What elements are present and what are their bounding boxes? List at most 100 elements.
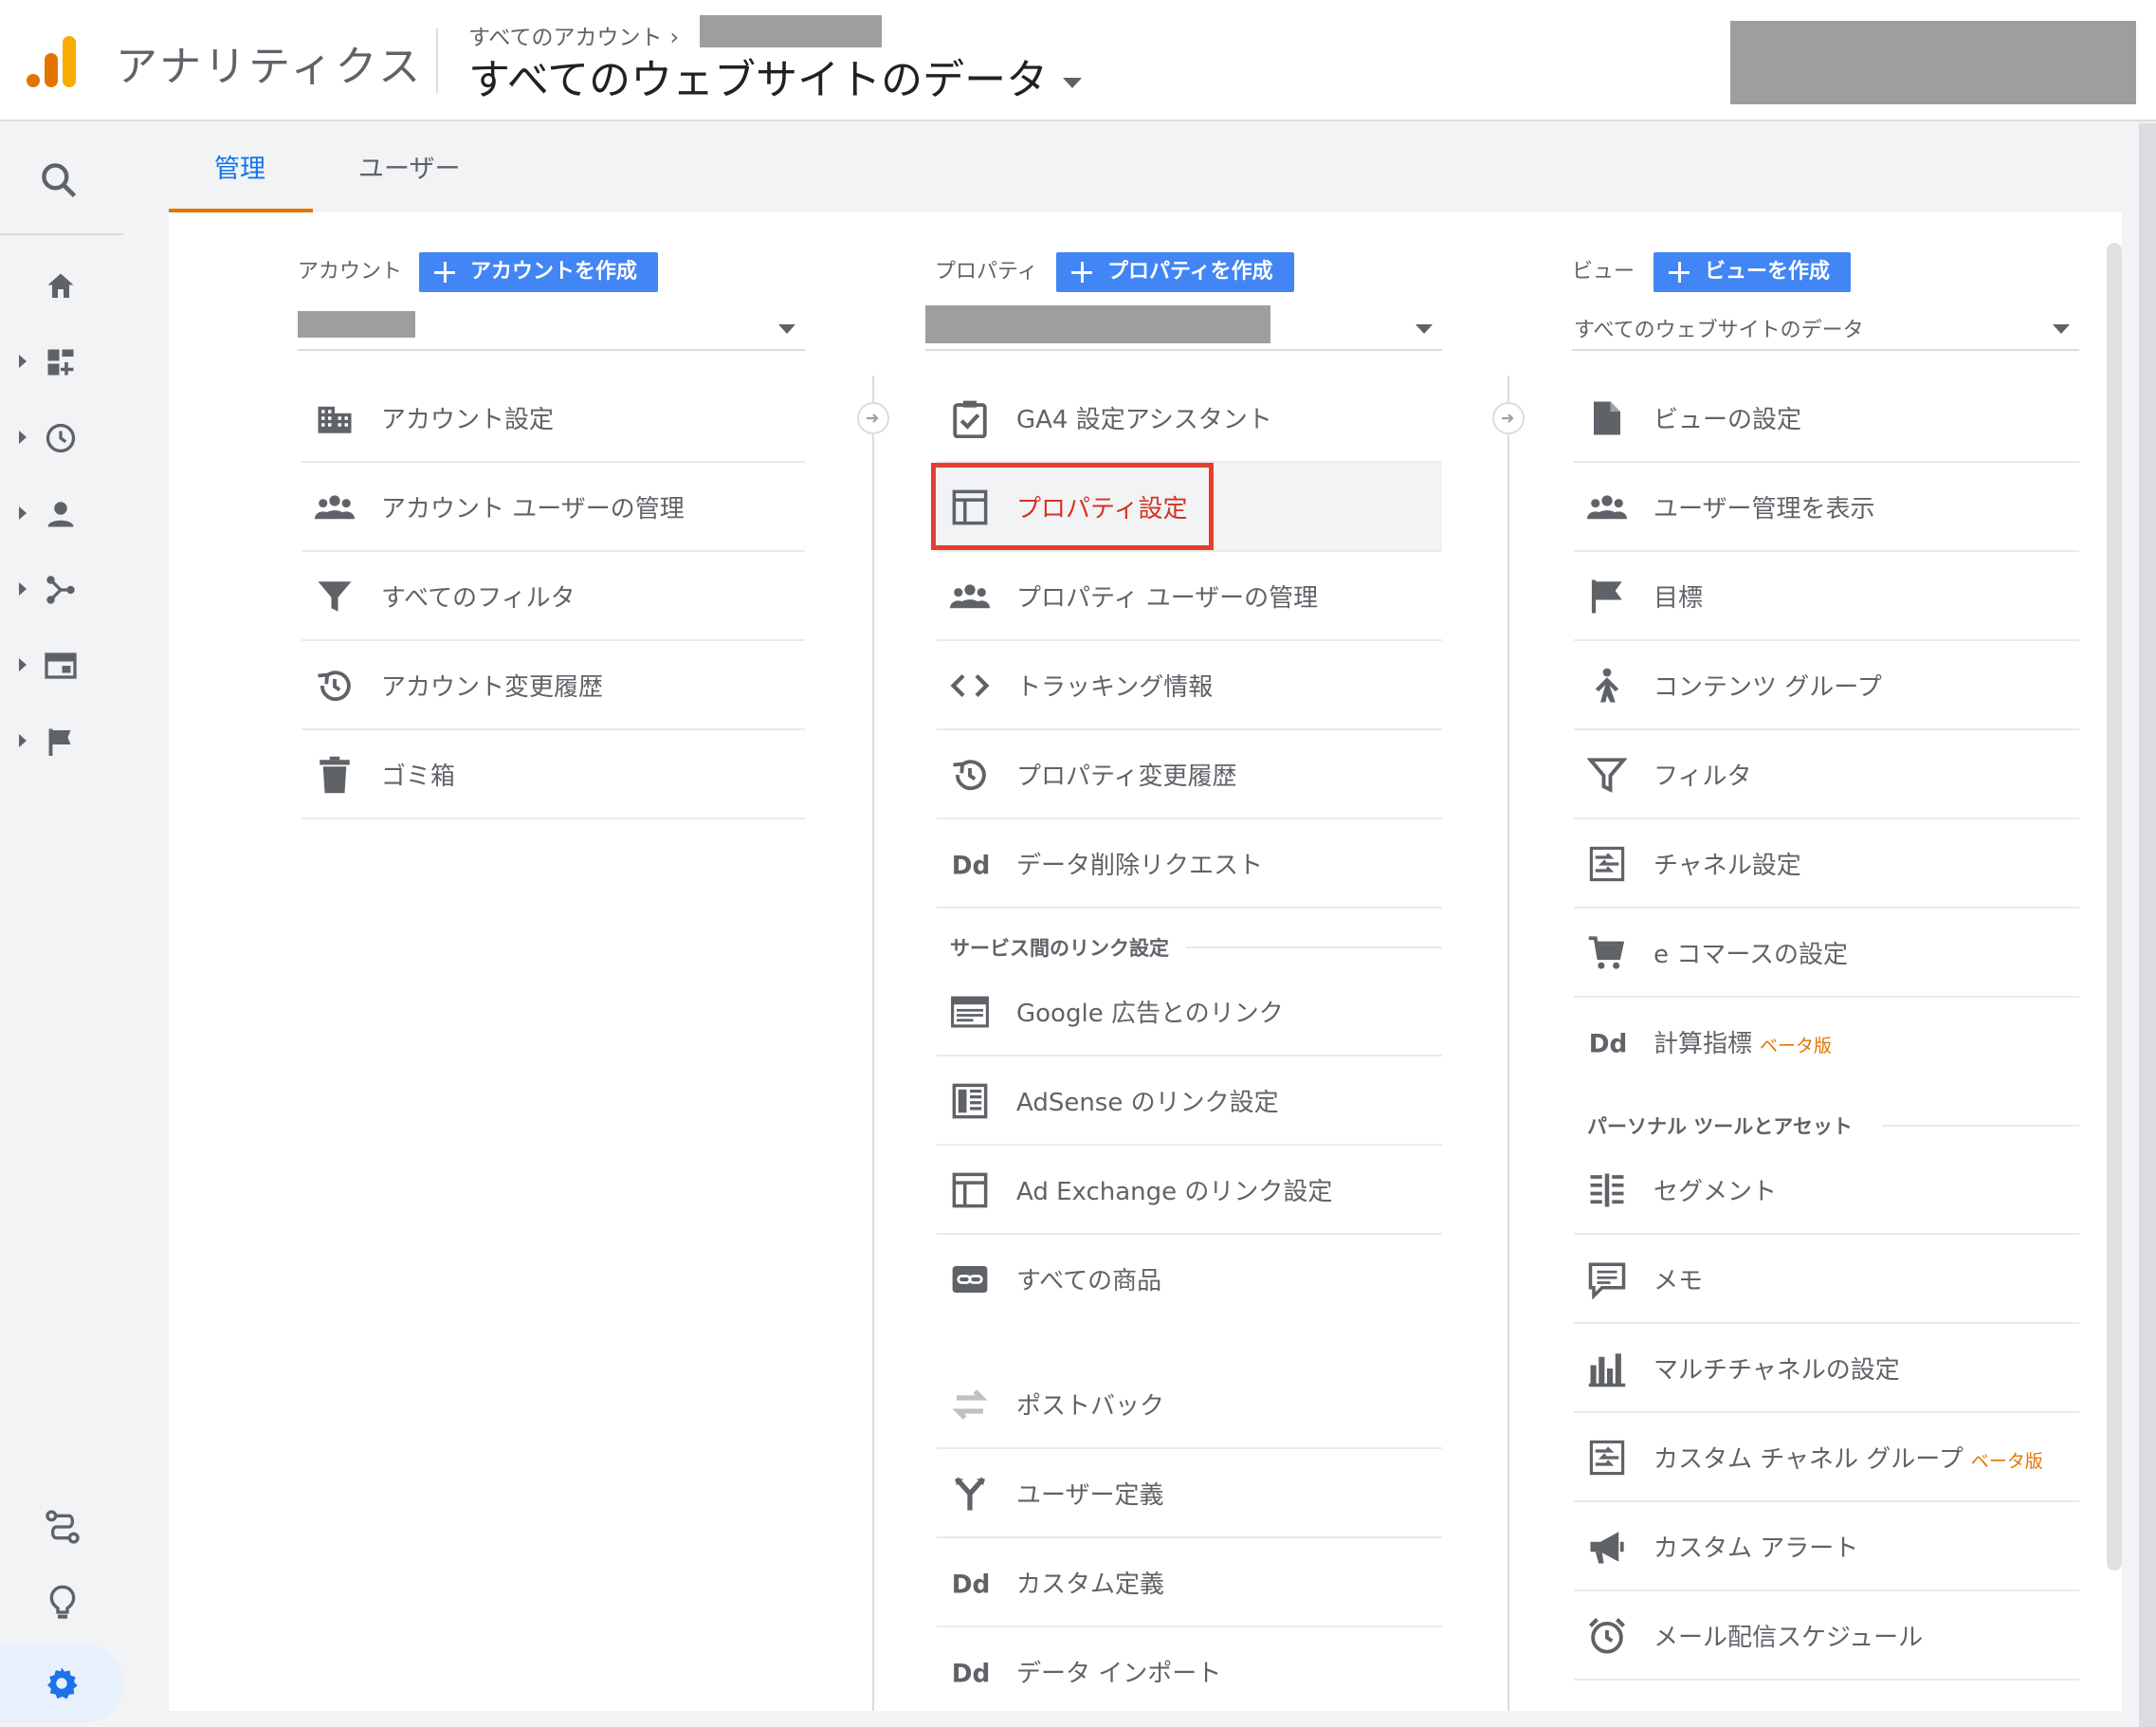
menu-item-annotations[interactable]: メモ	[1574, 1235, 2079, 1324]
page-scrollbar[interactable]	[2139, 123, 2156, 1727]
menu-item-all-products[interactable]: すべての商品	[937, 1235, 1442, 1324]
person-up-icon	[1595, 668, 1619, 703]
expand-arrow-icon	[19, 355, 27, 368]
menu-item-label: すべてのフィルタ	[381, 584, 576, 613]
dd-icon: Dd	[1589, 1031, 1627, 1059]
menu-item-label: メモ	[1654, 1267, 1704, 1295]
account-selector[interactable]	[298, 303, 805, 351]
menu-item-label: プロパティ ユーザーの管理	[1016, 584, 1319, 613]
tab-user[interactable]: ユーザー	[358, 148, 460, 185]
behavior-icon	[45, 652, 77, 679]
caret-down-icon	[778, 324, 795, 334]
nav-acquisition[interactable]	[0, 563, 123, 616]
menu-item-content-grouping[interactable]: コンテンツ グループ	[1574, 641, 2079, 730]
menu-item-ecommerce-settings[interactable]: e コマースの設定	[1574, 909, 2079, 998]
menu-item-property-history[interactable]: プロパティ変更履歴	[937, 730, 1442, 819]
note-icon	[1588, 1262, 1626, 1299]
search-icon[interactable]	[38, 159, 80, 201]
nav-customization[interactable]	[0, 336, 123, 389]
menu-item-google-ads-link[interactable]: Google 広告とのリンク	[937, 967, 1442, 1056]
menu-item-calculated-metrics[interactable]: Dd 計算指標 ベータ版	[1574, 998, 2079, 1087]
property-menu: GA4 設定アシスタント プロパティ設定 プロパティ ユーザーの管理 トラッキン…	[931, 374, 1442, 1717]
menu-item-property-users[interactable]: プロパティ ユーザーの管理	[937, 552, 1442, 641]
menu-item-channel-settings[interactable]: チャネル設定	[1574, 819, 2079, 909]
create-view-button[interactable]: ビューを作成	[1654, 252, 1852, 292]
view-title: すべてのウェブサイトのデータ	[468, 56, 1049, 104]
menu-item-custom-definition[interactable]: Dd カスタム定義	[937, 1538, 1442, 1627]
nav-conversions[interactable]	[0, 715, 123, 768]
view-selector[interactable]: すべてのウェブサイトのデータ	[468, 46, 1083, 106]
column-link-arrow	[1492, 402, 1525, 434]
app-title: アナリティクス	[116, 43, 424, 91]
menu-item-view-users[interactable]: ユーザー管理を表示	[1574, 463, 2079, 552]
nav-admin[interactable]	[0, 1644, 123, 1722]
menu-item-account-settings[interactable]: アカウント設定	[301, 374, 805, 463]
menu-item-account-history[interactable]: アカウント変更履歴	[301, 641, 805, 730]
attribution-icon[interactable]	[44, 1508, 82, 1546]
menu-item-ad-exchange-link[interactable]: Ad Exchange のリンク設定	[937, 1146, 1442, 1235]
nav-audience[interactable]	[0, 487, 123, 541]
menu-item-data-import[interactable]: Dd データ インポート	[937, 1627, 1442, 1717]
menu-item-tracking-info[interactable]: トラッキング情報	[937, 641, 1442, 730]
menu-item-all-filters[interactable]: すべてのフィルタ	[301, 552, 805, 641]
nav-realtime[interactable]	[0, 412, 123, 465]
history-icon	[953, 760, 986, 791]
account-label: アカウント	[298, 260, 403, 284]
menu-item-ga4-setup-assistant[interactable]: GA4 設定アシスタント	[937, 374, 1442, 463]
nav-behavior[interactable]	[0, 639, 123, 692]
property-selector[interactable]	[925, 303, 1442, 351]
redacted-account-name	[700, 15, 882, 47]
menu-item-label: ポストバック	[1016, 1392, 1165, 1421]
menu-item-label: ユーザー管理を表示	[1654, 495, 1875, 524]
megaphone-icon	[1590, 1532, 1624, 1564]
home-icon	[47, 273, 74, 298]
menu-item-trash[interactable]: ゴミ箱	[301, 730, 805, 819]
menu-item-label: e コマースの設定	[1654, 941, 1848, 969]
view-dropdown[interactable]: すべてのウェブサイトのデータ	[1572, 303, 2079, 351]
link-icon	[952, 1266, 988, 1293]
menu-item-view-settings[interactable]: ビューの設定	[1574, 374, 2079, 463]
menu-item-user-definition[interactable]: ユーザー定義	[937, 1449, 1442, 1538]
menu-item-property-settings[interactable]: プロパティ設定	[931, 463, 1442, 552]
nav-home[interactable]	[0, 260, 123, 313]
caret-down-icon	[1063, 77, 1083, 88]
menu-item-label: GA4 設定アシスタント	[1016, 406, 1272, 434]
spacer	[937, 1324, 1442, 1360]
column-divider	[1507, 376, 1509, 1711]
menu-item-segments[interactable]: セグメント	[1574, 1146, 2079, 1235]
discover-lightbulb-icon[interactable]	[44, 1584, 82, 1622]
menu-item-custom-alerts[interactable]: カスタム アラート	[1574, 1502, 2079, 1591]
menu-item-label: プロパティ設定	[1016, 495, 1188, 524]
bar-icon	[1588, 1353, 1626, 1387]
menu-item-label: アカウント ユーザーの管理	[381, 495, 685, 524]
view-label: ビュー	[1572, 260, 1635, 284]
create-account-button[interactable]: アカウントを作成	[419, 252, 659, 292]
menu-item-view-filters[interactable]: フィルタ	[1574, 730, 2079, 819]
menu-item-label: アカウント変更履歴	[381, 673, 604, 702]
menu-item-scheduled-emails[interactable]: メール配信スケジュール	[1574, 1591, 2079, 1681]
column-link-arrow	[857, 402, 889, 434]
users-icon	[950, 584, 990, 609]
menu-item-label: メール配信スケジュール	[1654, 1624, 1924, 1652]
section-divider	[1882, 1125, 2079, 1127]
menu-item-label: Google 広告とのリンク	[1016, 1000, 1284, 1028]
menu-item-label: プロパティ変更履歴	[1016, 762, 1237, 791]
tab-admin[interactable]: 管理	[214, 148, 265, 185]
menu-item-custom-channel-grouping[interactable]: カスタム チャネル グループ ベータ版	[1574, 1413, 2079, 1502]
panel-scrollbar[interactable]	[2107, 243, 2122, 1571]
menu-item-data-deletion[interactable]: Dd データ削除リクエスト	[937, 819, 1442, 909]
header-divider	[436, 28, 438, 93]
menu-item-account-users[interactable]: アカウント ユーザーの管理	[301, 463, 805, 552]
menu-item-adsense-link[interactable]: AdSense のリンク設定	[937, 1056, 1442, 1146]
menu-item-goals[interactable]: 目標	[1574, 552, 2079, 641]
create-property-button[interactable]: プロパティを作成	[1056, 252, 1294, 292]
audience-icon	[47, 502, 74, 527]
dd-icon: Dd	[952, 1661, 990, 1689]
analytics-logo-icon[interactable]	[25, 34, 80, 89]
filter-icon	[1587, 758, 1627, 793]
building-icon	[318, 406, 352, 433]
menu-item-postback[interactable]: ポストバック	[937, 1360, 1442, 1449]
menu-item-multichannel-settings[interactable]: マルチチャネルの設定	[1574, 1324, 2079, 1413]
cart-icon	[1588, 936, 1625, 969]
menu-item-text: カスタム チャネル グループ	[1654, 1445, 1964, 1474]
